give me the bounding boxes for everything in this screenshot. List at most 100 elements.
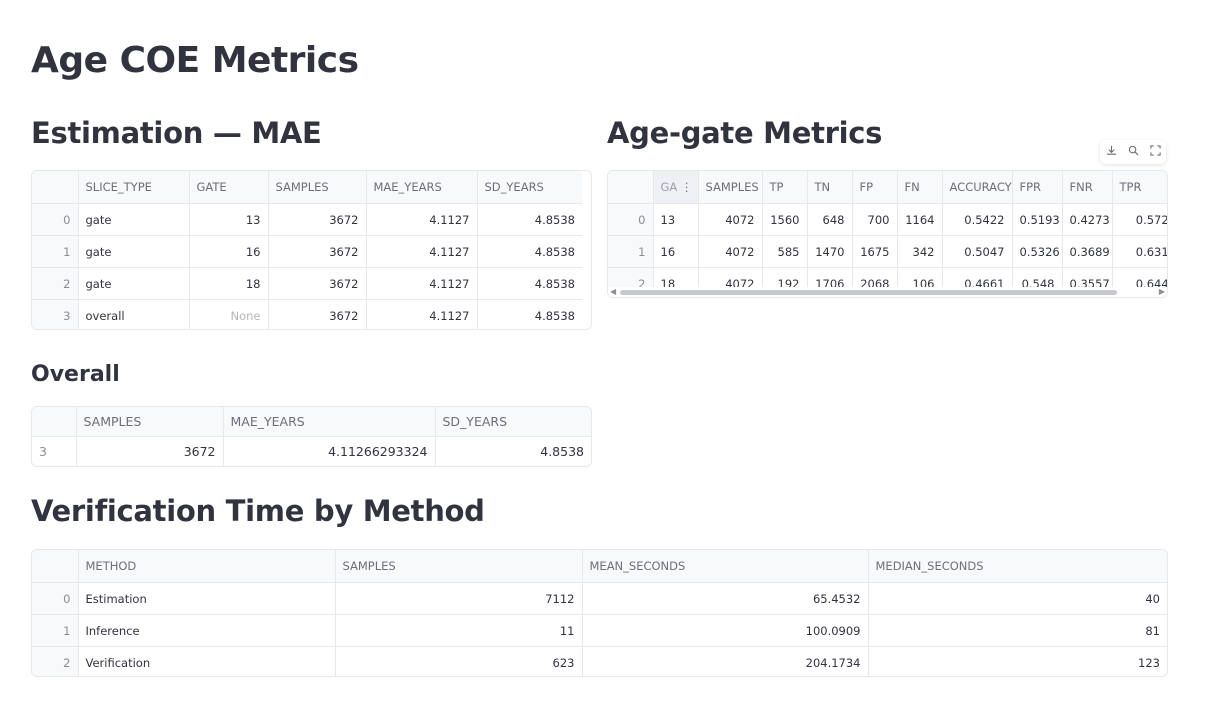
cell-method[interactable]: Inference bbox=[78, 614, 336, 647]
agegate-table[interactable]: GA ⋮ SAMPLES TP TN FP FN ACCURACY FPR FN… bbox=[607, 170, 1168, 298]
cell-mae-years[interactable]: 4.11266293324 bbox=[223, 436, 436, 466]
cell-gate[interactable]: None bbox=[189, 299, 269, 329]
scroll-left-icon[interactable]: ◀ bbox=[610, 287, 616, 296]
fullscreen-icon[interactable] bbox=[1149, 145, 1161, 159]
cell-samples[interactable]: 3672 bbox=[268, 235, 367, 268]
cell-fpr[interactable]: 0.5326 bbox=[1012, 235, 1063, 268]
row-index: 0 bbox=[32, 582, 79, 615]
table-row: 0 gate 13 3672 4.1127 4.8538 bbox=[32, 203, 582, 236]
column-header[interactable]: MAE_YEARS bbox=[223, 407, 436, 437]
index-header bbox=[32, 550, 79, 583]
column-header[interactable]: SAMPLES bbox=[698, 171, 763, 204]
cell-tn[interactable]: 648 bbox=[807, 203, 853, 236]
column-menu-icon[interactable]: ⋮ bbox=[681, 180, 693, 194]
column-header[interactable]: MEAN_SECONDS bbox=[582, 550, 869, 583]
column-header[interactable]: ACCURACY bbox=[942, 171, 1013, 204]
estimation-heading: Estimation — MAE bbox=[31, 116, 322, 150]
cell-fnr[interactable]: 0.3689 bbox=[1062, 235, 1113, 268]
cell-gate[interactable]: 13 bbox=[189, 203, 269, 236]
index-header bbox=[32, 171, 79, 204]
cell-method[interactable]: Verification bbox=[78, 646, 336, 676]
cell-mae-years[interactable]: 4.1127 bbox=[366, 235, 478, 268]
column-header[interactable]: GATE bbox=[189, 171, 269, 204]
row-index: 1 bbox=[608, 235, 654, 268]
column-header[interactable]: MAE_YEARS bbox=[366, 171, 478, 204]
column-header[interactable]: TPR bbox=[1112, 171, 1167, 204]
cell-mae-years[interactable]: 4.1127 bbox=[366, 203, 478, 236]
cell-samples[interactable]: 3672 bbox=[268, 203, 367, 236]
column-header[interactable]: TN bbox=[807, 171, 853, 204]
cell-gate[interactable]: 16 bbox=[189, 235, 269, 268]
cell-accuracy[interactable]: 0.5422 bbox=[942, 203, 1013, 236]
column-header[interactable]: SAMPLES bbox=[268, 171, 367, 204]
cell-mae-years[interactable]: 4.1127 bbox=[366, 299, 478, 329]
cell-fp[interactable]: 1675 bbox=[852, 235, 898, 268]
column-header-label: GA bbox=[660, 180, 678, 194]
cell-samples[interactable]: 11 bbox=[335, 614, 583, 647]
cell-fpr[interactable]: 0.5193 bbox=[1012, 203, 1063, 236]
cell-fp[interactable]: 700 bbox=[852, 203, 898, 236]
cell-sd-years[interactable]: 4.8538 bbox=[477, 235, 582, 268]
cell-sd-years[interactable]: 4.8538 bbox=[477, 300, 582, 330]
cell-sd-years[interactable]: 4.8538 bbox=[477, 267, 582, 300]
column-header[interactable]: SD_YEARS bbox=[435, 407, 591, 437]
cell-tpr[interactable]: 0.5727 bbox=[1112, 203, 1167, 236]
column-header[interactable]: FN bbox=[897, 171, 943, 204]
cell-mean-seconds[interactable]: 65.4532 bbox=[582, 582, 869, 615]
scrollbar-thumb[interactable] bbox=[620, 290, 1117, 295]
cell-mean-seconds[interactable]: 204.1734 bbox=[582, 646, 869, 676]
cell-fn[interactable]: 342 bbox=[897, 235, 943, 268]
table-header-row: GA ⋮ SAMPLES TP TN FP FN ACCURACY FPR FN… bbox=[608, 171, 1167, 204]
cell-gate[interactable]: 13 bbox=[653, 203, 699, 236]
column-header[interactable]: SAMPLES bbox=[76, 407, 224, 437]
cell-samples[interactable]: 623 bbox=[335, 646, 583, 676]
scroll-right-icon[interactable]: ▶ bbox=[1159, 287, 1165, 296]
column-header[interactable]: SLICE_TYPE bbox=[78, 171, 190, 204]
search-icon[interactable] bbox=[1128, 145, 1139, 159]
cell-method[interactable]: Estimation bbox=[78, 582, 336, 615]
index-header bbox=[608, 171, 654, 204]
column-header[interactable]: METHOD bbox=[78, 550, 336, 583]
cell-gate[interactable]: 18 bbox=[189, 267, 269, 300]
cell-tp[interactable]: 585 bbox=[762, 235, 808, 268]
cell-fn[interactable]: 1164 bbox=[897, 203, 943, 236]
cell-slice-type[interactable]: gate bbox=[78, 235, 190, 268]
cell-slice-type[interactable]: overall bbox=[78, 299, 190, 329]
row-index: 0 bbox=[32, 203, 79, 236]
cell-mae-years[interactable]: 4.1127 bbox=[366, 267, 478, 300]
cell-tp[interactable]: 1560 bbox=[762, 203, 808, 236]
cell-median-seconds[interactable]: 123 bbox=[868, 647, 1167, 677]
cell-samples[interactable]: 4072 bbox=[698, 235, 763, 268]
cell-samples[interactable]: 7112 bbox=[335, 582, 583, 615]
download-icon[interactable] bbox=[1106, 145, 1117, 159]
cell-slice-type[interactable]: gate bbox=[78, 203, 190, 236]
cell-samples[interactable]: 4072 bbox=[698, 203, 763, 236]
cell-accuracy[interactable]: 0.5047 bbox=[942, 235, 1013, 268]
column-header[interactable]: SD_YEARS bbox=[477, 171, 582, 204]
cell-fnr[interactable]: 0.4273 bbox=[1062, 203, 1113, 236]
cell-median-seconds[interactable]: 81 bbox=[868, 614, 1167, 647]
cell-samples[interactable]: 3672 bbox=[76, 436, 224, 466]
column-header[interactable]: FPR bbox=[1012, 171, 1063, 204]
column-header[interactable]: TP bbox=[762, 171, 808, 204]
estimation-table[interactable]: SLICE_TYPE GATE SAMPLES MAE_YEARS SD_YEA… bbox=[31, 170, 592, 330]
column-header-gate[interactable]: GA ⋮ bbox=[653, 171, 699, 204]
cell-sd-years[interactable]: 4.8538 bbox=[435, 437, 591, 467]
cell-median-seconds[interactable]: 40 bbox=[868, 582, 1167, 615]
cell-samples[interactable]: 3672 bbox=[268, 299, 367, 329]
table-row: 0 Estimation 7112 65.4532 40 bbox=[32, 582, 1167, 615]
column-header[interactable]: FP bbox=[852, 171, 898, 204]
cell-tpr[interactable]: 0.6311 bbox=[1112, 235, 1167, 268]
cell-sd-years[interactable]: 4.8538 bbox=[477, 203, 582, 236]
horizontal-scrollbar[interactable]: ◀ ▶ bbox=[608, 287, 1167, 297]
column-header[interactable]: FNR bbox=[1062, 171, 1113, 204]
cell-tn[interactable]: 1470 bbox=[807, 235, 853, 268]
cell-gate[interactable]: 16 bbox=[653, 235, 699, 268]
verification-table[interactable]: METHOD SAMPLES MEAN_SECONDS MEDIAN_SECON… bbox=[31, 549, 1168, 677]
cell-slice-type[interactable]: gate bbox=[78, 267, 190, 300]
cell-mean-seconds[interactable]: 100.0909 bbox=[582, 614, 869, 647]
overall-table[interactable]: SAMPLES MAE_YEARS SD_YEARS 3 3672 4.1126… bbox=[31, 406, 592, 467]
cell-samples[interactable]: 3672 bbox=[268, 267, 367, 300]
column-header[interactable]: MEDIAN_SECONDS bbox=[868, 550, 1167, 583]
column-header[interactable]: SAMPLES bbox=[335, 550, 583, 583]
